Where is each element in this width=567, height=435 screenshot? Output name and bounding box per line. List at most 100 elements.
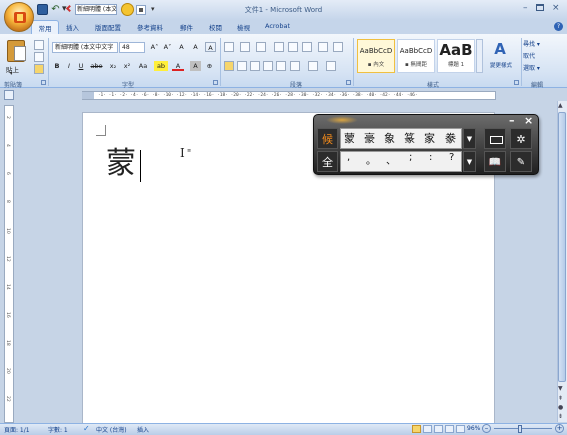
document-text[interactable]: 蒙 — [106, 146, 136, 182]
increase-indent-icon[interactable] — [288, 42, 298, 52]
styles-scroll[interactable] — [476, 39, 483, 73]
phonetic-guide-button[interactable]: A — [190, 42, 201, 52]
align-left-icon[interactable] — [224, 61, 234, 71]
ime-minimize-button[interactable]: – — [509, 114, 515, 127]
select-button[interactable]: 選取 ▾ — [523, 64, 557, 74]
ime-fullwidth-button[interactable]: 全 — [317, 151, 338, 172]
cut-icon[interactable] — [34, 40, 44, 50]
grow-font-button[interactable]: A˄ — [149, 42, 160, 52]
ime-close-button[interactable]: × — [524, 114, 533, 127]
multilevel-list-icon[interactable] — [256, 42, 266, 52]
numbering-icon[interactable] — [240, 42, 250, 52]
paste-icon[interactable] — [7, 40, 26, 62]
ime-candidate[interactable]: 家 — [424, 130, 435, 146]
outline-view-icon[interactable] — [445, 425, 454, 433]
web-layout-view-icon[interactable] — [434, 425, 443, 433]
find-button[interactable]: 尋找 ▾ — [523, 40, 557, 50]
status-language[interactable]: 中文 (台灣) — [96, 425, 127, 434]
paragraph-launcher-icon[interactable] — [346, 80, 351, 85]
draft-view-icon[interactable] — [456, 425, 465, 433]
previous-page-icon[interactable]: ⇞ — [558, 395, 563, 402]
zoom-in-button[interactable]: + — [555, 424, 564, 433]
status-words[interactable]: 字數: 1 — [48, 425, 68, 434]
ime-punctuation[interactable]: ; — [409, 152, 412, 163]
font-name-combo[interactable]: 新細明體 (本文中文字 — [52, 42, 118, 53]
ime-candidate[interactable]: 蒙 — [344, 130, 355, 146]
ime-tool-icon[interactable]: ✎ — [510, 151, 532, 172]
ime-punctuation[interactable]: 。 — [366, 152, 376, 167]
replace-button[interactable]: 取代 — [523, 52, 557, 62]
tab-mailings[interactable]: 郵件 — [180, 22, 193, 32]
ime-settings-icon[interactable]: ✲ — [510, 128, 532, 149]
copy-icon[interactable] — [34, 52, 44, 62]
ime-punctuation-expand-icon[interactable]: ▼ — [463, 151, 476, 172]
style-no-spacing[interactable]: AaBbCcD ▪ 無間距 — [397, 39, 435, 73]
align-center-icon[interactable] — [237, 61, 247, 71]
show-marks-icon[interactable] — [333, 42, 343, 52]
font-color-button[interactable]: A — [172, 61, 184, 71]
font-launcher-icon[interactable] — [213, 80, 218, 85]
status-page[interactable]: 頁面: 1/1 — [4, 425, 30, 434]
zoom-level[interactable]: 96% — [467, 425, 480, 432]
ime-candidate[interactable]: 豪 — [364, 130, 375, 146]
tab-references[interactable]: 參考資料 — [137, 22, 163, 32]
scroll-down-icon[interactable]: ▼ — [558, 385, 563, 392]
sort-icon[interactable] — [318, 42, 328, 52]
full-screen-view-icon[interactable] — [423, 425, 432, 433]
clear-format-button[interactable]: A — [176, 42, 187, 52]
styles-launcher-icon[interactable] — [514, 80, 519, 85]
decrease-indent-icon[interactable] — [274, 42, 284, 52]
zoom-out-button[interactable]: – — [482, 424, 491, 433]
tab-home[interactable]: 常用 — [31, 20, 59, 35]
shrink-font-button[interactable]: A˅ — [162, 42, 173, 52]
change-case-button[interactable]: Aa — [136, 61, 150, 71]
ime-mode-button[interactable]: 候 — [317, 128, 338, 149]
vertical-ruler[interactable] — [4, 105, 14, 423]
bold-button[interactable]: B — [52, 61, 62, 71]
help-icon[interactable]: ? — [554, 22, 563, 31]
horizontal-ruler[interactable]: ·2· ·1· ·1· ·2· ·4· ·6· ·8· ·10· ·12· ·1… — [82, 91, 496, 100]
style-heading-1[interactable]: AaB 標題 1 — [437, 39, 475, 73]
shading-icon[interactable] — [308, 61, 318, 71]
tab-review[interactable]: 校閱 — [209, 22, 222, 32]
minimize-button[interactable]: – — [523, 3, 528, 13]
change-styles-icon[interactable]: A — [489, 40, 511, 58]
ime-punctuation[interactable]: : — [429, 152, 432, 163]
ime-dictionary-icon[interactable]: 📖 — [484, 151, 506, 172]
ime-punctuation[interactable]: ? — [449, 152, 454, 163]
close-button[interactable]: × — [552, 3, 560, 13]
clipboard-launcher-icon[interactable] — [41, 80, 46, 85]
char-border-button[interactable]: A — [205, 42, 216, 52]
tab-acrobat[interactable]: Acrobat — [265, 22, 290, 30]
format-painter-icon[interactable] — [34, 64, 44, 74]
tab-view[interactable]: 檢視 — [237, 22, 250, 32]
underline-button[interactable]: U — [76, 61, 86, 71]
next-page-icon[interactable]: ⇟ — [558, 413, 563, 420]
italic-button[interactable]: I — [64, 61, 74, 71]
browse-object-icon[interactable]: ● — [558, 404, 563, 411]
proofing-check-icon[interactable]: ✓ — [83, 424, 90, 433]
ime-punctuation[interactable]: , — [347, 152, 350, 163]
line-spacing-icon[interactable] — [290, 61, 300, 71]
asian-layout-icon[interactable] — [302, 42, 312, 52]
scroll-up-icon[interactable]: ▲ — [558, 102, 563, 109]
superscript-button[interactable]: x² — [121, 61, 133, 71]
zoom-slider-thumb[interactable] — [518, 425, 522, 433]
borders-icon[interactable] — [326, 61, 336, 71]
style-normal[interactable]: AaBbCcD ▪ 內文 — [357, 39, 395, 73]
maximize-button[interactable] — [536, 4, 544, 11]
office-button[interactable] — [4, 2, 34, 32]
ime-punctuation[interactable]: 、 — [386, 152, 396, 167]
tab-insert[interactable]: 插入 — [66, 22, 79, 32]
bullets-icon[interactable] — [224, 42, 234, 52]
highlight-button[interactable]: ab — [154, 61, 168, 71]
zoom-slider-track[interactable] — [494, 428, 552, 429]
enclose-char-button[interactable]: ⊕ — [204, 61, 215, 71]
ime-candidate[interactable]: 象 — [384, 130, 395, 146]
ime-candidate[interactable]: 豢 — [445, 130, 456, 146]
paste-dropdown-icon[interactable]: ▾ — [10, 71, 13, 77]
ime-candidate-expand-icon[interactable]: ▼ — [463, 128, 476, 149]
ime-keyboard-icon[interactable] — [484, 128, 506, 149]
font-size-combo[interactable]: 48 — [119, 42, 145, 53]
change-styles-button[interactable]: 變更樣式 — [484, 61, 518, 71]
